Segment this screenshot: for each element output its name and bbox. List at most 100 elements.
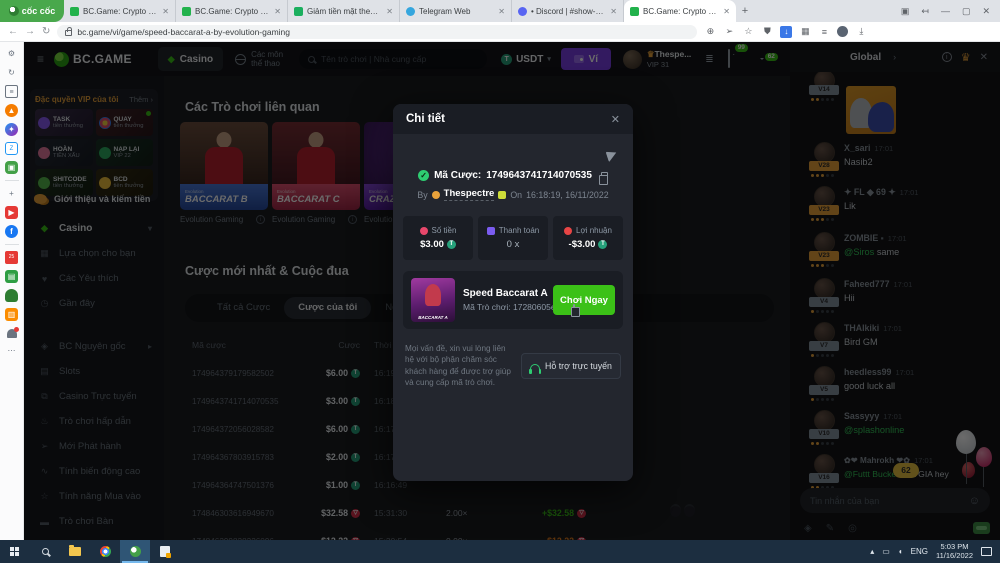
tray-expand-icon[interactable]: ▴ [870,547,874,556]
taskbar-clock[interactable]: 5:03 PM11/16/2022 [936,543,973,560]
notification-bell-icon[interactable] [7,329,17,338]
downloads-tray-icon[interactable]: ⤓ [855,26,867,37]
browser-tab[interactable]: • Discord | #show-off-you✕ [512,0,624,22]
sidebar-toggle-icon[interactable]: ≡ [818,27,830,37]
more-icon[interactable]: ⋯ [5,344,18,357]
copy-icon[interactable] [601,172,608,180]
divider [5,180,19,181]
tab-close-icon[interactable]: ✕ [498,7,505,16]
discord-favicon [518,7,527,16]
stat-profit: Lợi nhuận -$3.00T [553,216,623,260]
sale-badge-icon[interactable]: 25 [5,251,18,264]
zalo-icon[interactable]: Z [5,142,18,155]
tab-close-icon[interactable]: ✕ [162,7,169,16]
user-emblem-icon [498,191,506,199]
live-support-button[interactable]: Hỗ trợ trực tuyến [521,353,621,379]
facebook-icon[interactable]: f [5,225,18,238]
headset-icon [530,364,540,371]
action-center-icon[interactable] [981,547,992,556]
games-icon[interactable]: ▣ [5,161,18,174]
forward-button[interactable]: → [25,26,35,37]
url-text: bc.game/vi/game/speed-baccarat-a-by-evol… [77,27,290,37]
modal-game-row: BACCARAT A Speed Baccarat A Mã Trò chơi:… [403,271,623,329]
modal-title: Chi tiết [406,113,445,125]
browser-tab[interactable]: BC.Game: Crypto Casino Gam✕ [64,0,176,22]
browser-tabbar: cốc cốc BC.Game: Crypto Casino Gam✕ BC.G… [0,0,1000,22]
history-icon[interactable]: ↻ [5,66,18,79]
back-button[interactable]: ← [8,26,18,37]
payout-wallet-icon [487,227,495,235]
file-explorer-icon[interactable] [60,540,90,563]
close-button[interactable]: ✕ [982,6,990,17]
bet-id-row: ✓ Mã Cược: 1749643741714070535 [393,170,633,181]
system-tray: ▴ ▭ ◖ ENG 5:03 PM11/16/2022 [870,543,1000,560]
volume-icon[interactable]: ◖ [898,547,903,556]
coccoc-brand-button[interactable]: cốc cốc [0,0,64,22]
add-shortcut-icon[interactable]: + [5,187,18,200]
browser-brand-label: cốc cốc [22,6,56,16]
cart-icon[interactable]: ▥ [5,308,18,321]
start-button[interactable] [0,540,30,563]
shield-icon[interactable]: ⛊ [761,26,773,37]
chrome-taskbar-icon[interactable] [90,540,120,563]
browser-side-rail: ⚙ ↻ ≡ ▲ ✦ Z ▣ + ▶ f 25 ▤ ▥ ⋯ [0,42,24,540]
tab-close-icon[interactable]: ✕ [723,7,730,16]
tab-close-icon[interactable]: ✕ [274,7,281,16]
messenger-icon[interactable]: ✦ [5,123,18,136]
browser-tab[interactable]: Telegram Web✕ [400,0,512,22]
screen: cốc cốc BC.Game: Crypto Casino Gam✕ BC.G… [0,0,1000,563]
settings-gear-icon[interactable]: ⚙ [5,47,18,60]
support-note: Mọi vấn đề, xin vui lòng liên hệ với bộ … [405,343,511,389]
taskbar-search-icon[interactable] [30,540,60,563]
coccoc-taskbar-icon[interactable] [120,540,150,563]
tab-close-icon[interactable]: ✕ [610,7,617,16]
modal-close-icon[interactable]: ✕ [611,113,620,126]
browser-navbar: ← → ↻ bc.game/vi/game/speed-baccarat-a-b… [0,22,1000,42]
divider [5,244,19,245]
reading-list-icon[interactable]: ≡ [5,85,18,98]
libreoffice-taskbar-icon[interactable] [150,540,180,563]
bcgame-favicon [70,7,79,16]
minimize-button[interactable]: — [941,6,950,16]
profit-icon [564,227,572,235]
bet-author-link[interactable]: Thespectre [444,188,495,201]
modal-header: Chi tiết ✕ [393,104,633,134]
medal-icon [432,191,440,199]
share-icon[interactable]: ➢ [723,26,735,37]
bcgame-favicon [630,7,639,16]
share-icon[interactable] [606,149,619,163]
bet-datetime: 16:18:19, 16/11/2022 [526,190,609,200]
bet-details-modal: Chi tiết ✕ ✓ Mã Cược: 174964374171407053… [393,104,633,481]
play-now-button[interactable]: Chơi Ngay [553,285,615,315]
browser-tab[interactable]: Giảm tiền mặt theo tiến hóa!✕ [288,0,400,22]
display-icon[interactable]: ▭ [882,547,890,556]
lock-icon [65,30,72,36]
usdt-coin-icon: T [598,240,607,249]
new-tab-button[interactable]: + [736,0,754,22]
maximize-button[interactable]: ▢ [962,6,971,17]
bcgame-site: ≡ BC.GAME ◆Casino Các mônthể thao Tên tr… [24,42,1000,540]
stat-amount: Số tiền $3.00T [403,216,473,260]
usdt-coin-icon: T [447,240,456,249]
reload-button[interactable]: ↻ [42,26,50,37]
language-indicator[interactable]: ENG [911,547,928,556]
hot-trending-icon[interactable]: ▲ [5,104,18,117]
bookmark-star-icon[interactable]: ☆ [742,26,754,37]
shop-bag-icon[interactable]: ▤ [5,270,18,283]
youtube-icon[interactable]: ▶ [5,206,18,219]
download-manager-icon[interactable]: ↓ [780,26,792,38]
favicon [294,7,303,16]
verified-check-icon: ✓ [418,170,429,181]
hat-icon[interactable] [5,289,18,302]
extensions-icon[interactable]: ▦ [799,26,811,37]
send-to-device-icon[interactable]: ⊕ [704,26,716,37]
browser-tab[interactable]: BC.Game: Crypto Casino Gam✕ [176,0,288,22]
money-icon [420,227,428,235]
windows-taskbar: ▴ ▭ ◖ ENG 5:03 PM11/16/2022 [0,540,1000,563]
browser-tab-active[interactable]: BC.Game: Crypto Casino Gam✕ [624,0,736,22]
url-bar[interactable]: bc.game/vi/game/speed-baccarat-a-by-evol… [57,25,697,39]
popup-player-icon[interactable]: ▣ [901,6,910,17]
pin-icon[interactable]: ↤ [921,6,929,17]
browser-profile-avatar[interactable] [837,26,848,37]
tab-close-icon[interactable]: ✕ [386,7,393,16]
